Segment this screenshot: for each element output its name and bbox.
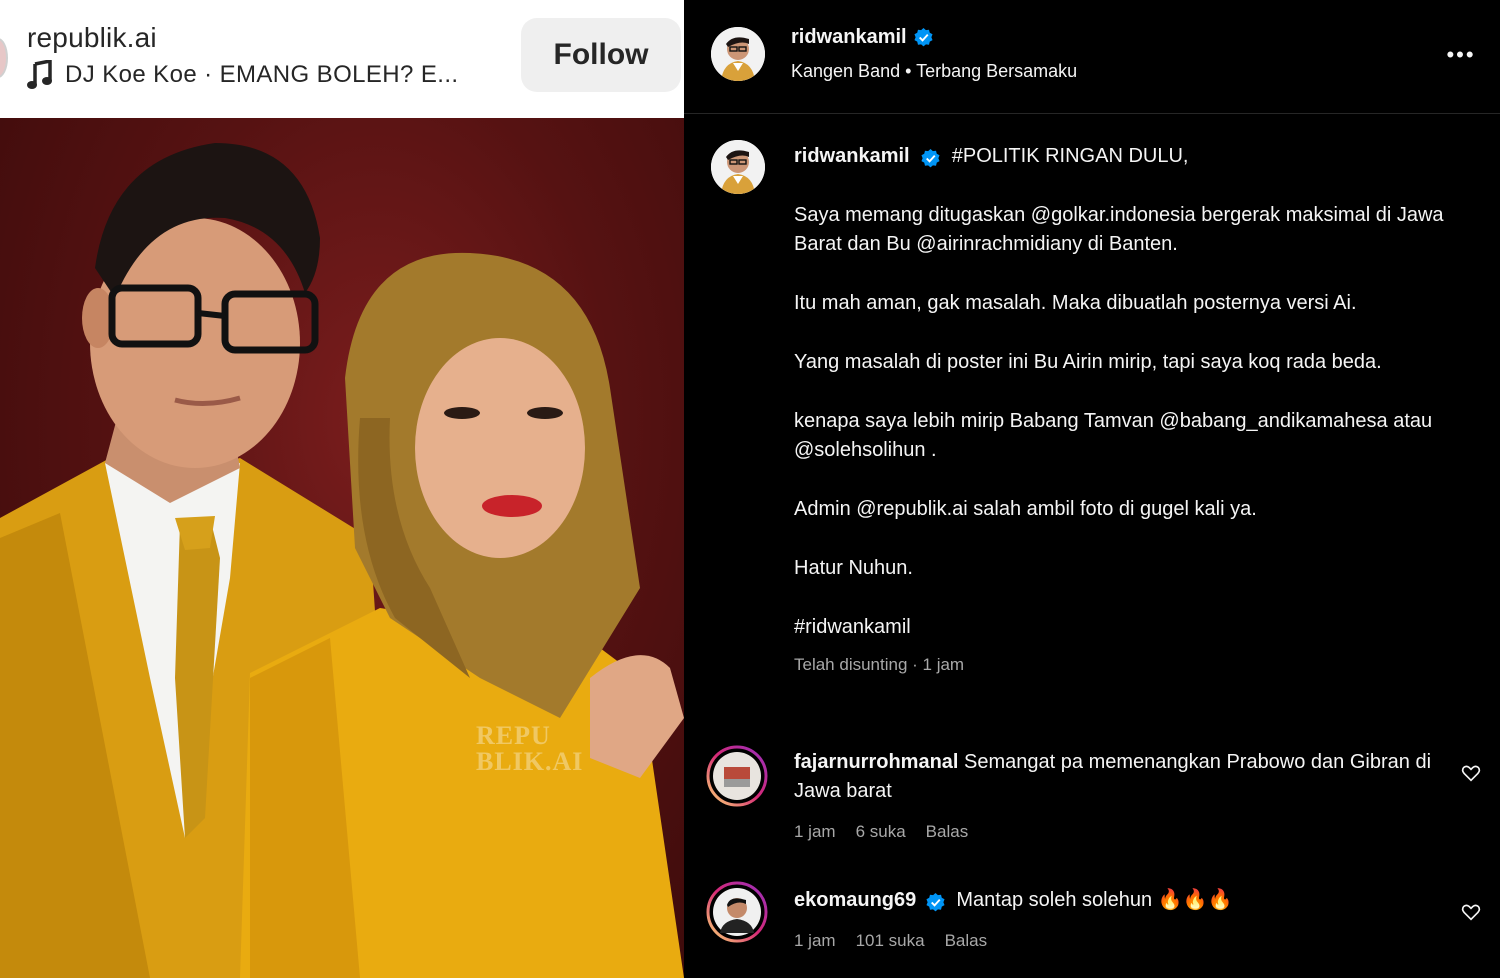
post-author[interactable]: ridwankamil (791, 26, 933, 49)
commenter-avatar[interactable] (706, 881, 768, 943)
reel-music-label: DJ Koe Koe · EMANG BOLEH? E... (65, 61, 459, 88)
post-caption: ridwankamil #POLITIK RINGAN DULU, Saya m… (794, 142, 1474, 679)
ai-poster-image: REPU BLIK.AI (0, 118, 684, 978)
caption-author-name[interactable]: ridwankamil (794, 145, 910, 167)
caption-author-avatar[interactable] (711, 140, 765, 194)
reel-music-row[interactable]: DJ Koe Koe · EMANG BOLEH? E... (27, 60, 458, 90)
verified-badge-icon (921, 149, 940, 168)
caption-first-line: #POLITIK RINGAN DULU, (951, 145, 1189, 167)
verified-badge-icon (926, 893, 945, 912)
comment-likes[interactable]: 101 suka (856, 931, 925, 951)
reel-header: republik.ai DJ Koe Koe · EMANG BOLEH? E.… (0, 0, 684, 118)
republik-avatar[interactable] (0, 38, 8, 78)
comment-likes[interactable]: 6 suka (856, 822, 906, 842)
poster-watermark: REPU BLIK.AI (476, 723, 583, 775)
reply-button[interactable]: Balas (926, 822, 969, 842)
profile-photo-icon (711, 27, 765, 81)
caption-hashtag[interactable]: #ridwankamil (794, 613, 1474, 642)
comment-time: 1 jam (794, 931, 836, 950)
comment-meta: 1 jam 6 suka Balas (794, 822, 968, 842)
like-heart-icon[interactable] (1460, 901, 1482, 923)
caption-paragraph: Hatur Nuhun. (794, 557, 913, 579)
post-detail-panel: ridwankamil Kangen Band • Terbang Bersam… (684, 0, 1500, 978)
profile-photo-icon (711, 140, 765, 194)
republik-username[interactable]: republik.ai (27, 22, 157, 54)
caption-paragraph: kenapa saya lebih mirip Babang Tamvan @b… (794, 410, 1433, 461)
poster-illustration (0, 143, 684, 978)
caption-paragraph: Saya memang ditugaskan @golkar.indonesia… (794, 204, 1444, 255)
watermark-line-2: BLIK.AI (476, 747, 584, 776)
caption-paragraph: Yang masalah di poster ini Bu Airin miri… (794, 351, 1382, 373)
post-author-name: ridwankamil (791, 26, 907, 48)
more-options-icon[interactable]: ••• (1444, 38, 1478, 72)
commenter-name[interactable]: ekomaung69 (794, 889, 916, 911)
story-ring-avatar-icon (706, 881, 768, 943)
verified-badge-icon (914, 28, 933, 47)
post-audio-label[interactable]: Kangen Band • Terbang Bersamaku (791, 61, 1077, 82)
comment-text: ekomaung69 Mantap soleh solehun 🔥🔥🔥 (794, 886, 1434, 915)
comment-meta: 1 jam 101 suka Balas (794, 931, 987, 951)
commenter-avatar[interactable] (706, 745, 768, 807)
reply-button[interactable]: Balas (945, 931, 988, 951)
music-note-icon (27, 60, 52, 89)
watermark-line-1: REPU (476, 721, 551, 750)
post-header: ridwankamil Kangen Band • Terbang Bersam… (684, 0, 1500, 114)
caption-paragraph: Admin @republik.ai salah ambil foto di g… (794, 498, 1257, 520)
follow-button[interactable]: Follow (521, 18, 681, 92)
comment-content: Mantap soleh solehun 🔥🔥🔥 (956, 889, 1233, 911)
comment-text: fajarnurrohmanal Semangat pa memenangkan… (794, 748, 1434, 806)
reel-preview-panel: republik.ai DJ Koe Koe · EMANG BOLEH? E.… (0, 0, 684, 978)
caption-meta: Telah disunting · 1 jam (794, 655, 965, 674)
story-ring-avatar-icon (706, 745, 768, 807)
ridwankamil-avatar[interactable] (711, 27, 765, 81)
caption-paragraph: Itu mah aman, gak masalah. Maka dibuatla… (794, 292, 1357, 314)
commenter-name[interactable]: fajarnurrohmanal (794, 751, 958, 773)
like-heart-icon[interactable] (1460, 762, 1482, 784)
comment-time: 1 jam (794, 822, 836, 841)
